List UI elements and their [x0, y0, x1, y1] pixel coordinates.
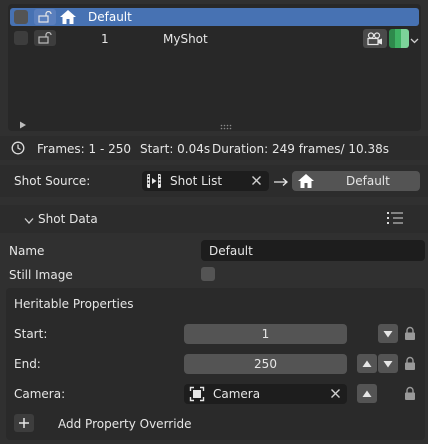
shot-enabled-checkbox[interactable] [14, 10, 28, 24]
object-icon [189, 386, 205, 402]
shot-index: 1 [101, 32, 109, 46]
start-field[interactable]: 1 [184, 324, 347, 344]
shot-enabled-checkbox[interactable] [14, 31, 28, 45]
shot-name-default: Default [88, 10, 132, 24]
end-value: 250 [254, 357, 277, 371]
film-icon [146, 173, 162, 189]
list-icon[interactable] [386, 211, 404, 226]
shot-source-value: Shot List [170, 174, 223, 188]
shot-name-myshot[interactable]: MyShot [163, 33, 208, 45]
add-override-button[interactable] [14, 414, 34, 432]
heritable-properties-title: Heritable Properties [14, 297, 134, 311]
end-down-button[interactable] [378, 354, 398, 373]
color-swatch-icon[interactable] [389, 29, 409, 48]
add-override-label[interactable]: Add Property Override [58, 418, 192, 430]
camera-value: Camera [213, 387, 261, 401]
shot-camera-button[interactable] [363, 29, 387, 48]
still-image-checkbox[interactable] [201, 267, 215, 281]
triangle-down-icon [383, 360, 393, 367]
arrow-right-icon [273, 176, 289, 186]
still-image-label: Still Image [9, 268, 73, 282]
clear-icon[interactable] [251, 175, 262, 186]
end-field[interactable]: 250 [184, 354, 347, 374]
plus-icon [19, 418, 29, 428]
clear-icon[interactable] [330, 388, 341, 399]
lock-open-icon [38, 32, 52, 44]
lock-icon[interactable] [403, 356, 417, 371]
end-up-button[interactable] [357, 354, 377, 373]
lock-open-icon [38, 11, 52, 23]
start-down-button[interactable] [378, 324, 398, 343]
lock-toggle-button[interactable] [34, 9, 56, 25]
target-shot-value: Default [346, 174, 390, 188]
shot-source-label: Shot Source: [14, 174, 91, 188]
shot-data-title: Shot Data [38, 212, 98, 226]
camera-label: Camera: [14, 387, 66, 401]
triangle-up-icon [362, 360, 372, 367]
frames-range-text: Frames: 1 - 250 [37, 142, 131, 156]
triangle-up-icon [362, 390, 372, 397]
lock-icon[interactable] [403, 386, 417, 401]
chevron-down-icon[interactable] [410, 34, 419, 44]
start-value: 1 [261, 327, 270, 341]
end-label: End: [14, 357, 41, 371]
name-value: Default [209, 244, 253, 258]
resize-grip-icon[interactable] [220, 119, 234, 130]
lock-icon[interactable] [403, 326, 417, 341]
home-icon [297, 173, 315, 189]
home-icon [59, 9, 77, 25]
start-time-text: Start: 0.04s [140, 142, 211, 156]
triangle-down-icon [383, 330, 393, 337]
play-triangle-icon[interactable] [19, 118, 27, 129]
lock-toggle-button[interactable] [34, 30, 56, 46]
camera-icon [367, 31, 382, 45]
chevron-down-icon[interactable] [24, 214, 34, 224]
duration-text: Duration: 249 frames/ 10.38s [212, 142, 389, 156]
camera-field[interactable] [184, 384, 347, 404]
start-label: Start: [14, 327, 48, 341]
name-label: Name [9, 244, 45, 258]
camera-up-button[interactable] [357, 384, 377, 403]
clock-icon [11, 141, 25, 155]
